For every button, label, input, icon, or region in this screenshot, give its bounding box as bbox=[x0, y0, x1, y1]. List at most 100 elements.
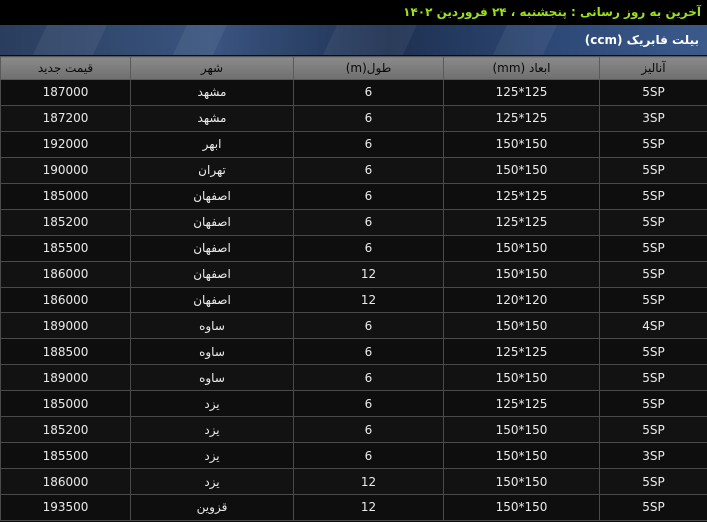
table-row: 5SP 150*150 12 یزد 186000 bbox=[0, 468, 707, 495]
header-dimensions[interactable]: ابعاد (mm) bbox=[443, 56, 600, 80]
table-header-row: آنالیز ابعاد (mm) طول(m) شهر قیمت جدید bbox=[0, 56, 707, 80]
cell-city: مشهد bbox=[130, 104, 294, 132]
cell-length: 6 bbox=[293, 364, 444, 392]
table-row: 5SP 125*125 6 مشهد 187000 bbox=[0, 79, 707, 106]
cell-price: 188500 bbox=[0, 338, 131, 366]
category-title: بیلت فابریک (ccm) bbox=[584, 33, 699, 47]
cell-analysis: 5SP bbox=[599, 416, 707, 444]
cell-analysis: 5SP bbox=[599, 130, 707, 158]
cell-price: 185000 bbox=[0, 182, 131, 210]
table-row: 3SP 150*150 6 یزد 185500 bbox=[0, 442, 707, 470]
cell-dimensions: 150*150 bbox=[443, 130, 600, 158]
cell-length: 12 bbox=[293, 468, 444, 495]
cell-length: 6 bbox=[293, 234, 444, 262]
cell-city: مشهد bbox=[130, 79, 294, 106]
table-row: 4SP 150*150 6 ساوه 189000 bbox=[0, 312, 707, 340]
banner-decoration bbox=[173, 25, 227, 55]
header-analysis[interactable]: آنالیز bbox=[599, 56, 707, 80]
cell-dimensions: 150*150 bbox=[443, 442, 600, 470]
cell-dimensions: 150*150 bbox=[443, 364, 600, 392]
header-city[interactable]: شهر bbox=[130, 56, 294, 80]
cell-price: 185000 bbox=[0, 390, 131, 418]
cell-length: 6 bbox=[293, 338, 444, 366]
table-row: 5SP 150*150 12 قزوین 193500 bbox=[0, 494, 707, 521]
cell-analysis: 5SP bbox=[599, 364, 707, 392]
cell-price: 185200 bbox=[0, 416, 131, 444]
cell-analysis: 3SP bbox=[599, 104, 707, 132]
cell-price: 187200 bbox=[0, 104, 131, 132]
cell-analysis: 5SP bbox=[599, 286, 707, 314]
banner-decoration bbox=[323, 25, 417, 55]
cell-length: 12 bbox=[293, 260, 444, 288]
table-row: 5SP 125*125 6 یزد 185000 bbox=[0, 390, 707, 418]
cell-price: 186000 bbox=[0, 260, 131, 288]
cell-city: ساوه bbox=[130, 312, 294, 340]
table-row: 5SP 150*150 6 یزد 185200 bbox=[0, 416, 707, 444]
cell-dimensions: 150*150 bbox=[443, 260, 600, 288]
table-row: 5SP 150*150 12 اصفهان 186000 bbox=[0, 260, 707, 288]
cell-city: تهران bbox=[130, 156, 294, 184]
cell-price: 190000 bbox=[0, 156, 131, 184]
table-row: 5SP 125*125 6 اصفهان 185000 bbox=[0, 182, 707, 210]
table-row: 5SP 120*120 12 اصفهان 186000 bbox=[0, 286, 707, 314]
cell-analysis: 5SP bbox=[599, 182, 707, 210]
table-row: 5SP 150*150 6 ساوه 189000 bbox=[0, 364, 707, 392]
cell-dimensions: 150*150 bbox=[443, 234, 600, 262]
cell-length: 12 bbox=[293, 286, 444, 314]
cell-city: اصفهان bbox=[130, 260, 294, 288]
cell-city: ابهر bbox=[130, 130, 294, 158]
cell-length: 6 bbox=[293, 416, 444, 444]
cell-length: 6 bbox=[293, 104, 444, 132]
cell-dimensions: 125*125 bbox=[443, 208, 600, 236]
cell-dimensions: 125*125 bbox=[443, 338, 600, 366]
price-page: آخرین به روز رسانی : پنجشنبه ، ۲۴ فروردی… bbox=[0, 0, 707, 522]
cell-length: 6 bbox=[293, 182, 444, 210]
cell-analysis: 5SP bbox=[599, 156, 707, 184]
cell-length: 6 bbox=[293, 312, 444, 340]
cell-price: 189000 bbox=[0, 312, 131, 340]
cell-city: قزوین bbox=[130, 494, 294, 521]
last-update-text: آخرین به روز رسانی : پنجشنبه ، ۲۴ فروردی… bbox=[0, 0, 707, 25]
cell-length: 12 bbox=[293, 494, 444, 521]
cell-price: 189000 bbox=[0, 364, 131, 392]
cell-dimensions: 125*125 bbox=[443, 79, 600, 106]
table-row: 5SP 125*125 6 اصفهان 185200 bbox=[0, 208, 707, 236]
table-row: 5SP 150*150 6 اصفهان 185500 bbox=[0, 234, 707, 262]
cell-city: یزد bbox=[130, 416, 294, 444]
banner-decoration bbox=[33, 25, 107, 55]
table-row: 5SP 150*150 6 تهران 190000 bbox=[0, 156, 707, 184]
cell-price: 185500 bbox=[0, 442, 131, 470]
category-banner: بیلت فابریک (ccm) bbox=[0, 25, 707, 55]
table-row: 5SP 150*150 6 ابهر 192000 bbox=[0, 130, 707, 158]
cell-analysis: 3SP bbox=[599, 442, 707, 470]
cell-analysis: 5SP bbox=[599, 338, 707, 366]
cell-dimensions: 120*120 bbox=[443, 286, 600, 314]
cell-analysis: 4SP bbox=[599, 312, 707, 340]
cell-analysis: 5SP bbox=[599, 234, 707, 262]
cell-length: 6 bbox=[293, 442, 444, 470]
cell-length: 6 bbox=[293, 156, 444, 184]
cell-price: 193500 bbox=[0, 494, 131, 521]
cell-city: ساوه bbox=[130, 364, 294, 392]
header-price[interactable]: قیمت جدید bbox=[0, 56, 131, 80]
cell-city: اصفهان bbox=[130, 208, 294, 236]
cell-length: 6 bbox=[293, 390, 444, 418]
cell-analysis: 5SP bbox=[599, 260, 707, 288]
cell-dimensions: 150*150 bbox=[443, 312, 600, 340]
cell-city: یزد bbox=[130, 468, 294, 495]
cell-dimensions: 150*150 bbox=[443, 468, 600, 495]
cell-city: ساوه bbox=[130, 338, 294, 366]
cell-price: 186000 bbox=[0, 468, 131, 495]
price-table: آنالیز ابعاد (mm) طول(m) شهر قیمت جدید 5… bbox=[0, 56, 707, 521]
cell-city: اصفهان bbox=[130, 286, 294, 314]
cell-length: 6 bbox=[293, 130, 444, 158]
cell-length: 6 bbox=[293, 79, 444, 106]
cell-price: 187000 bbox=[0, 79, 131, 106]
cell-length: 6 bbox=[293, 208, 444, 236]
banner-decoration bbox=[493, 25, 557, 55]
cell-city: اصفهان bbox=[130, 234, 294, 262]
cell-price: 185500 bbox=[0, 234, 131, 262]
cell-dimensions: 125*125 bbox=[443, 104, 600, 132]
header-length[interactable]: طول(m) bbox=[293, 56, 444, 80]
cell-dimensions: 150*150 bbox=[443, 416, 600, 444]
